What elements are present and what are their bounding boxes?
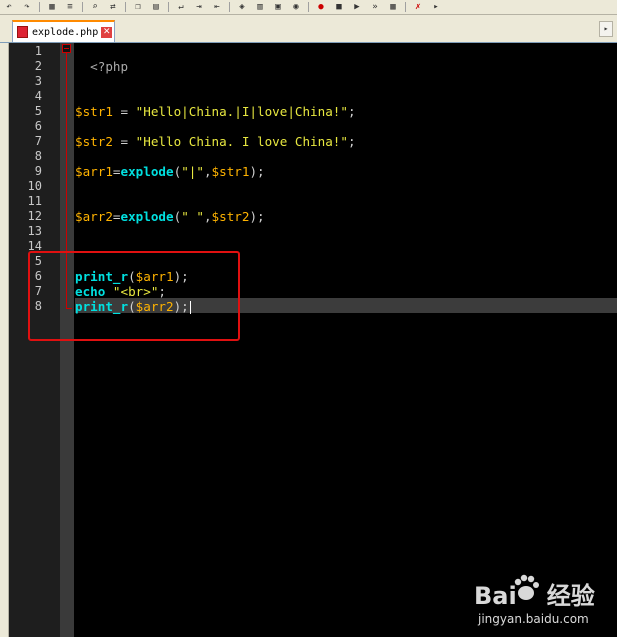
grid-icon[interactable]: ▦: [45, 2, 59, 12]
line-number: 2: [34, 59, 42, 73]
string-literal: "Hello China. I love China!": [135, 134, 348, 149]
variable: $arr1: [75, 164, 113, 179]
code-line-9: $arr1=explode("|",$str1);: [75, 164, 265, 179]
code-line-1: <?php: [75, 44, 128, 74]
operator: =: [112, 104, 136, 119]
fold-toggle-icon[interactable]: [62, 44, 71, 53]
paw-icon: [514, 574, 539, 600]
watermark-logo-left: Bai: [474, 582, 517, 610]
tab-scroll-right-icon[interactable]: ▸: [599, 21, 613, 37]
format-icon[interactable]: ▥: [253, 2, 267, 12]
run-icon[interactable]: ▸: [429, 2, 443, 12]
line-number: 11: [27, 194, 42, 208]
tab-label: explode.php: [32, 26, 99, 38]
operator: =: [112, 134, 136, 149]
string-literal: "|": [181, 164, 204, 179]
indent-icon[interactable]: ⇥: [192, 2, 206, 12]
record-icon[interactable]: ●: [314, 2, 328, 12]
wrap-icon[interactable]: ↵: [174, 2, 188, 12]
variable: $str2: [75, 134, 113, 149]
play-icon[interactable]: ▶: [350, 2, 364, 12]
punctuation: ;: [347, 134, 356, 149]
line-number: 4: [34, 89, 42, 103]
bookmark-icon[interactable]: ◈: [235, 2, 249, 12]
line-number: 8: [34, 149, 42, 163]
line-number: 5: [34, 104, 42, 118]
code-line-12: $arr2=explode(" ",$str2);: [75, 209, 265, 224]
highlight-annotation-box: [28, 251, 240, 341]
function-name: explode: [120, 209, 174, 224]
stop-icon[interactable]: ■: [332, 2, 346, 12]
line-number: 9: [34, 164, 42, 178]
operator: =: [112, 209, 121, 224]
line-number: 7: [34, 134, 42, 148]
punctuation: );: [249, 164, 265, 179]
operator: =: [112, 164, 121, 179]
variable: $str2: [211, 209, 250, 224]
punctuation: ;: [347, 104, 356, 119]
variable: $str1: [211, 164, 250, 179]
fast-forward-icon[interactable]: »: [368, 2, 382, 12]
string-literal: "Hello|China.|I|love|China!": [135, 104, 348, 119]
line-number: 6: [34, 119, 42, 133]
save-macro-icon[interactable]: ▦: [386, 2, 400, 12]
file-icon: [17, 26, 28, 38]
toolbar-separator: [229, 2, 230, 12]
code-line-7: $str2 = "Hello China. I love China!";: [75, 134, 356, 149]
line-number: 12: [27, 209, 42, 223]
replace-icon[interactable]: ⇄: [106, 2, 120, 12]
toolbar-separator: [125, 2, 126, 12]
line-number: 3: [34, 74, 42, 88]
php-open-tag: <?php: [90, 59, 129, 74]
paste-icon[interactable]: ▤: [149, 2, 163, 12]
baidu-jingyan-watermark: Bai 经验 jingyan.baidu.com: [474, 572, 614, 634]
close-icon[interactable]: ✕: [101, 26, 113, 38]
function-name: explode: [120, 164, 174, 179]
outdent-icon[interactable]: ⇤: [210, 2, 224, 12]
search-icon[interactable]: ⌕: [88, 2, 102, 12]
spellcheck-icon[interactable]: ✗: [411, 2, 425, 12]
line-number: 13: [27, 224, 42, 238]
watermark-logo-right: 经验: [546, 582, 595, 610]
variable: $arr2: [75, 209, 113, 224]
macro-icon[interactable]: ▣: [271, 2, 285, 12]
redo-icon[interactable]: ↷: [20, 2, 34, 12]
toolbar-separator: [39, 2, 40, 12]
line-number: 10: [27, 179, 42, 193]
list-icon[interactable]: ≡: [63, 2, 77, 12]
code-line-5: $str1 = "Hello|China.|I|love|China!";: [75, 104, 356, 119]
tab-bar: explode.php ✕ ▸: [0, 15, 617, 43]
toolbar-separator: [308, 2, 309, 12]
copy-icon[interactable]: ❐: [131, 2, 145, 12]
toolbar-separator: [405, 2, 406, 12]
left-side-strip: [0, 43, 9, 637]
tab-explode-php[interactable]: explode.php ✕: [12, 20, 115, 42]
line-number: 1: [34, 44, 42, 58]
main-toolbar: ↶ ↷ ▦ ≡ ⌕ ⇄ ❐ ▤ ↵ ⇥ ⇤ ◈ ▥ ▣ ◉ ● ■ ▶ » ▦ …: [0, 0, 617, 15]
variable: $str1: [75, 104, 113, 119]
undo-icon[interactable]: ↶: [2, 2, 16, 12]
punctuation: ,: [203, 209, 212, 224]
toolbar-separator: [82, 2, 83, 12]
punctuation: );: [249, 209, 265, 224]
punctuation: ,: [203, 164, 212, 179]
toolbar-separator: [168, 2, 169, 12]
view-icon[interactable]: ◉: [289, 2, 303, 12]
watermark-url: jingyan.baidu.com: [478, 612, 589, 626]
string-literal: " ": [181, 209, 204, 224]
